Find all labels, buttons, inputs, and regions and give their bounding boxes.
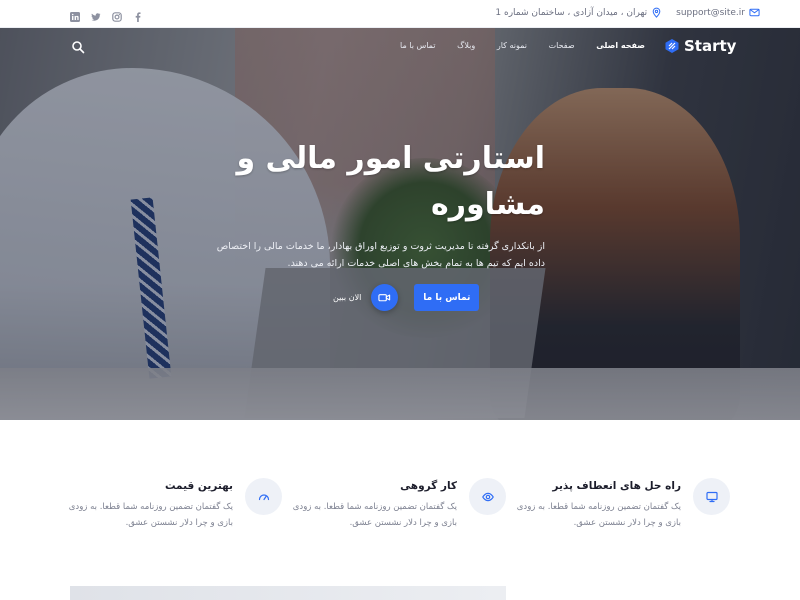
location-pin-icon [652,7,661,18]
instagram-icon[interactable] [112,7,122,22]
feature-text: یک گفتمان تضمین روزنامه شما قطعا. به زود… [292,502,457,528]
hero-title-line-1: استارتی امور مالی و [236,141,545,176]
feature-card-teamwork: کار گروهی یک گفتمان تضمین روزنامه شما قط… [291,478,506,548]
twitter-icon[interactable] [91,7,101,21]
feature-title: کار گروهی [400,480,457,492]
search-icon[interactable] [71,40,85,54]
address-contact: تهران ، میدان آزادی ، ساختمان شماره 1 [495,7,662,18]
nav-menu: صفحه اصلی صفحات نمونه کار وبلاگ تماس با … [400,41,645,50]
features-section: راه حل های انعطاف پذیر یک گفتمان تضمین ر… [0,420,800,600]
feature-title: بهترین قیمت [164,480,233,492]
feature-card-best-price: بهترین قیمت یک گفتمان تضمین روزنامه شما … [67,478,282,548]
site-logo[interactable]: Starty [664,37,736,55]
nav-item-contact[interactable]: تماس با ما [400,41,436,50]
feature-icon-wrap [469,478,506,515]
logo-text: Starty [684,37,737,55]
hero-section: صفحه اصلی صفحات نمونه کار وبلاگ تماس با … [0,28,800,420]
email-contact[interactable]: support@site.ir [676,7,760,18]
contact-us-button[interactable]: تماس با ما [414,284,480,311]
contact-info: support@site.ir تهران ، میدان آزادی ، سا… [495,7,760,18]
section-image-preview [70,586,506,600]
feature-icon-wrap [245,478,282,515]
email-text: support@site.ir [676,7,745,18]
watch-video-button[interactable] [371,284,399,311]
eye-icon [481,492,494,501]
nav-item-portfolio[interactable]: نمونه کار [497,41,527,50]
hero-actions: الان ببین تماس با ما [333,284,480,311]
top-bar: support@site.ir تهران ، میدان آزادی ، سا… [0,0,800,28]
hero-title-line-2: مشاوره [431,187,545,222]
address-text: تهران ، میدان آزادی ، ساختمان شماره 1 [495,7,648,18]
logo-icon [665,39,679,53]
main-nav: صفحه اصلی صفحات نمونه کار وبلاگ تماس با … [0,28,800,68]
feature-card-flexible: راه حل های انعطاف پذیر یک گفتمان تضمین ر… [515,478,730,548]
feature-icon-wrap [693,478,730,515]
mail-icon [749,8,760,17]
nav-item-pages[interactable]: صفحات [549,41,575,50]
nav-item-home[interactable]: صفحه اصلی [596,41,645,50]
hero-title: استارتی امور مالی و مشاوره [210,136,545,228]
hero-content: استارتی امور مالی و مشاوره از بانکداری گ… [210,136,545,272]
facebook-icon[interactable] [133,7,143,22]
hero-description: از بانکداری گرفته تا مدیریت ثروت و توزیع… [216,241,545,269]
monitor-icon [705,491,718,502]
linkedin-icon[interactable] [70,7,80,22]
social-links [70,7,143,22]
watch-now-label[interactable]: الان ببین [333,293,361,302]
nav-item-blog[interactable]: وبلاگ [457,41,475,50]
gauge-icon [258,493,269,500]
feature-title: راه حل های انعطاف پذیر [552,480,681,492]
feature-text: یک گفتمان تضمین روزنامه شما قطعا. به زود… [516,502,681,528]
feature-text: یک گفتمان تضمین روزنامه شما قطعا. به زود… [68,502,233,528]
video-camera-icon [378,294,391,302]
